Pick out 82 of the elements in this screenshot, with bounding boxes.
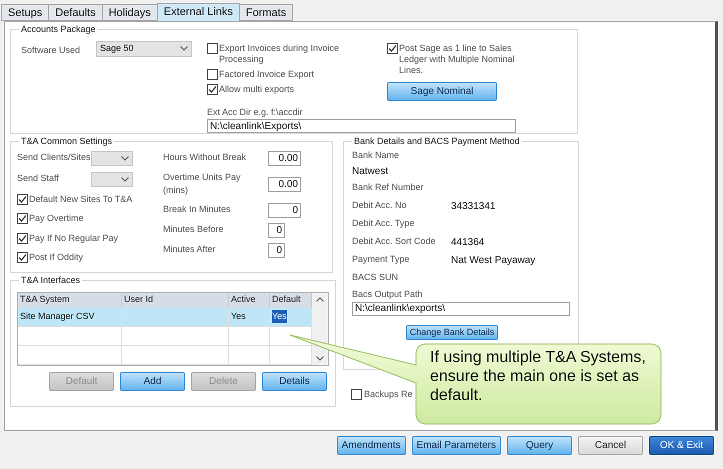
- tab[interactable]: Setups: [1, 4, 50, 21]
- field-label: Debit Acc. No: [352, 199, 408, 212]
- group-title: T&A Common Settings: [20, 135, 114, 148]
- number-field[interactable]: 0.00: [268, 150, 301, 166]
- checkbox[interactable]: [387, 42, 398, 54]
- check-icon: [18, 253, 27, 262]
- chevron-up-icon: [316, 296, 324, 302]
- field-label: Bacs Output Path: [352, 288, 424, 301]
- number-field[interactable]: 0.00: [268, 176, 301, 192]
- footer-button[interactable]: Amendments: [336, 436, 406, 455]
- group-title: Bank Details and BACS Payment Method: [353, 135, 521, 148]
- checkbox-label: Allow multi exports: [219, 84, 296, 94]
- tab[interactable]: Defaults: [48, 4, 103, 21]
- checkbox[interactable]: [207, 42, 218, 54]
- field-label: Debit Acc. Type: [352, 217, 416, 230]
- tab[interactable]: Formats: [238, 4, 294, 21]
- checkbox[interactable]: [17, 232, 28, 244]
- checkbox[interactable]: [207, 68, 218, 80]
- field-label: BACS SUN: [352, 271, 400, 284]
- check-icon: [388, 44, 397, 52]
- checkbox-label: Backups Re: [364, 388, 413, 401]
- table-row[interactable]: Site Manager CSV Yes Yes: [18, 308, 312, 326]
- checkbox-label: Post If Oddity: [29, 251, 84, 264]
- field-label: Bank Ref Number: [352, 181, 425, 194]
- chevron-down-icon: [121, 156, 129, 160]
- checkbox-label: Default New Sites To T&A: [29, 192, 132, 206]
- field-label: Software Used: [21, 44, 82, 56]
- chevron-down-icon: [121, 176, 129, 182]
- number-field[interactable]: 0: [268, 242, 285, 258]
- field-label: Break In Minutes: [163, 203, 232, 216]
- callout-text: If using multiple T&A Systems, ensure the main one is set as default.: [430, 348, 647, 405]
- group-title: T&A Interfaces: [20, 274, 82, 287]
- field-value: 441364: [451, 236, 484, 250]
- field-label: Minutes Before: [163, 223, 225, 236]
- checkbox[interactable]: [351, 389, 362, 400]
- field-label: Send Clients/Sites: [17, 151, 91, 164]
- checkbox[interactable]: [17, 213, 28, 224]
- group-title: Accounts Package: [20, 23, 97, 36]
- checkbox[interactable]: [17, 252, 28, 264]
- tab[interactable]: Holidays: [102, 4, 158, 21]
- field-label: Payment Type: [352, 253, 410, 266]
- software-dropdown[interactable]: Sage 50: [96, 40, 192, 56]
- table-action-button[interactable]: Add: [120, 372, 185, 390]
- check-icon: [18, 214, 27, 224]
- field-value: 34331341: [451, 200, 496, 214]
- field-label: Send Staff: [17, 172, 60, 186]
- checkbox[interactable]: [207, 84, 218, 94]
- field-label: Ext Acc Dir e.g. f:\accdir: [207, 106, 304, 119]
- check-icon: [18, 234, 27, 243]
- table-cell-text: Site Manager CSV: [20, 310, 95, 323]
- field-value: Nat West Payaway: [451, 254, 536, 268]
- table-cell-text: Yes: [231, 310, 246, 323]
- scrollbar[interactable]: [312, 292, 328, 364]
- field-label: Minutes After: [163, 243, 217, 256]
- field-label: Hours Without Break: [163, 151, 248, 164]
- check-icon: [208, 84, 217, 94]
- field-label: Debit Acc. Sort Code: [352, 235, 437, 248]
- number-field[interactable]: 0: [268, 222, 285, 238]
- field-label: Bank Name: [352, 148, 400, 162]
- footer-button[interactable]: Query: [507, 436, 572, 455]
- checkbox-label: Export Invoices during Invoice Processing: [219, 42, 340, 64]
- table-cell: Yes: [272, 310, 287, 324]
- checkbox-label: Post Sage as 1 line to Sales Ledger with Multiple Nominal Lines.: [399, 42, 516, 76]
- number-field[interactable]: 0: [268, 202, 301, 218]
- tab[interactable]: External Links: [156, 3, 240, 21]
- chevron-down-icon: [316, 356, 324, 360]
- checkbox[interactable]: [17, 194, 28, 205]
- chevron-down-icon: [180, 46, 188, 51]
- table-action-button[interactable]: Details: [262, 372, 327, 390]
- checkbox-label: Pay If No Regular Pay: [29, 232, 118, 245]
- check-icon: [18, 194, 27, 204]
- change-bank-details-button[interactable]: Change Bank Details: [406, 324, 498, 340]
- footer-button[interactable]: OK & Exit: [649, 436, 714, 455]
- sage-nominal-button[interactable]: Sage Nominal: [387, 82, 497, 100]
- field-label: Overtime Units Pay (mins): [163, 170, 242, 197]
- checkbox-label: Factored Invoice Export: [219, 68, 316, 80]
- footer-button[interactable]: Cancel: [578, 436, 643, 455]
- checkbox-label: Pay Overtime: [29, 212, 84, 225]
- output-path-field[interactable]: N:\cleanlink\exports\: [352, 302, 570, 316]
- field-value: Natwest: [352, 165, 390, 179]
- footer-button[interactable]: Email Parameters: [412, 436, 501, 455]
- ext-acc-dir-field[interactable]: N:\cleanlink\Exports\: [207, 119, 516, 133]
